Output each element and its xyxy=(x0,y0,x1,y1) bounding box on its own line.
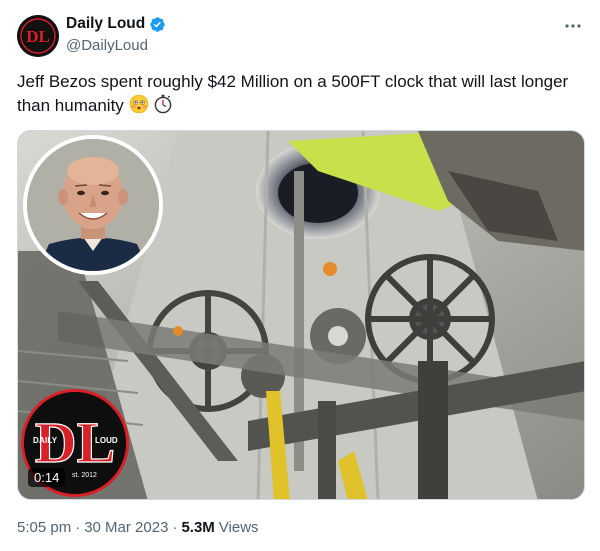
logo-daily-text: DAILY xyxy=(33,436,58,445)
views-count: 5.3M xyxy=(181,519,215,536)
logo-est-text: st. 2012 xyxy=(72,472,97,479)
tweet-body: Jeff Bezos spent roughly $42 Million on … xyxy=(17,72,569,115)
meta-separator-2: · xyxy=(172,519,178,536)
post-time[interactable]: 5:05 pm xyxy=(17,519,71,536)
stopwatch-icon xyxy=(153,94,173,121)
svg-text:DL: DL xyxy=(26,27,50,46)
video-duration-badge: 0:14 xyxy=(28,468,66,487)
author-avatar[interactable]: DL xyxy=(17,15,59,57)
author-display-name[interactable]: Daily Loud xyxy=(66,15,145,33)
logo-loud-text: LOUD xyxy=(95,436,118,445)
author-handle[interactable]: @DailyLoud xyxy=(66,37,148,54)
flushed-face-icon xyxy=(129,94,149,121)
views-label: Views xyxy=(218,519,259,536)
author-name-row: Daily Loud xyxy=(66,15,166,33)
video-player[interactable]: DL DAILY LOUD st. 2012 0:14 xyxy=(17,130,585,500)
verified-badge-icon xyxy=(149,16,166,33)
tweet-text: Jeff Bezos spent roughly $42 Million on … xyxy=(17,70,577,121)
jeff-bezos-portrait xyxy=(23,135,163,275)
more-options-icon[interactable] xyxy=(561,14,585,38)
tweet-meta: 5:05 pm · 30 Mar 2023 · 5.3M Views xyxy=(17,519,259,536)
post-date[interactable]: 30 Mar 2023 xyxy=(84,519,168,536)
meta-separator: · xyxy=(75,519,81,536)
tweet-card: DL Daily Loud @DailyLoud Jeff Bezos spen… xyxy=(0,0,600,551)
